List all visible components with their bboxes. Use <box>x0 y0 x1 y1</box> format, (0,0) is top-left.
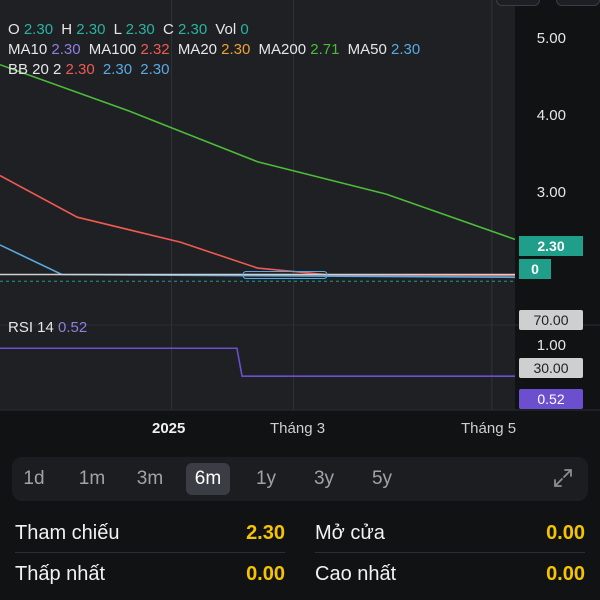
x-tick-label: Tháng 5 <box>461 420 517 437</box>
open-label: Mở cửa <box>315 522 385 544</box>
legend-low-value: 2.30 <box>125 21 155 38</box>
legend-ma100-value: 2.32 <box>140 41 170 58</box>
legend-high-label: H <box>61 21 73 38</box>
legend-bb-label: BB 20 2 <box>8 61 62 78</box>
x-tick-label: Tháng 3 <box>270 420 326 437</box>
rsi-upper-level-tag: 70.00 <box>519 310 583 330</box>
legend-ma20-value: 2.30 <box>221 41 251 58</box>
legend-ma200-label: MA200 <box>258 41 307 58</box>
time-range-selector: 1d 1m 3m 6m 1y 3y 5y <box>12 457 588 501</box>
legend-high-value: 2.30 <box>76 21 106 38</box>
price-chart[interactable]: O 2.30 H 2.30 L 2.30 C 2.30 Vol 0 MA10 2… <box>0 0 600 445</box>
range-button-1m[interactable]: 1m <box>70 463 114 495</box>
chart-toolbar-button[interactable] <box>496 0 540 6</box>
rsi-label: RSI 14 <box>8 319 54 336</box>
bb-legend: BB 20 2 2.30 2.30 2.30 <box>8 60 174 80</box>
low-value: 0.00 <box>246 563 285 585</box>
expand-icon[interactable] <box>552 467 574 489</box>
range-button-1y[interactable]: 1y <box>244 463 288 495</box>
legend-bb-mid-value: 2.30 <box>102 61 133 78</box>
price-tick-label: 4.00 <box>536 107 566 124</box>
legend-vol-value: 0 <box>240 21 249 38</box>
rsi-legend: RSI 14 0.52 <box>8 318 91 338</box>
legend-ma10-label: MA10 <box>8 41 48 58</box>
legend-bb-upper-value: 2.30 <box>65 61 95 78</box>
legend-ma10-value: 2.30 <box>51 41 81 58</box>
low-label: Thấp nhất <box>15 563 106 585</box>
last-price-tag: 2.30 <box>519 236 583 256</box>
reference-value: 2.30 <box>246 522 285 544</box>
range-button-3m[interactable]: 3m <box>128 463 172 495</box>
legend-ma100-label: MA100 <box>88 41 137 58</box>
ohlc-legend: O 2.30 H 2.30 L 2.30 C 2.30 Vol 0 <box>8 20 253 40</box>
divider <box>15 552 285 553</box>
legend-low-label: L <box>113 21 122 38</box>
range-button-1d[interactable]: 1d <box>12 463 56 495</box>
rsi-value: 0.52 <box>58 319 88 336</box>
range-button-5y[interactable]: 5y <box>360 463 404 495</box>
range-button-6m[interactable]: 6m <box>186 463 230 495</box>
price-tick-label: 5.00 <box>536 30 566 47</box>
legend-ma20-label: MA20 <box>177 41 217 58</box>
legend-ma50-value: 2.30 <box>390 41 421 58</box>
legend-close-value: 2.30 <box>177 21 208 38</box>
ma-legend: MA10 2.30 MA100 2.32 MA20 2.30 MA200 2.7… <box>8 40 424 60</box>
high-value: 0.00 <box>546 563 585 585</box>
rsi-current-tag: 0.52 <box>519 389 583 409</box>
price-tick-label: 3.00 <box>536 184 566 201</box>
range-button-3y[interactable]: 3y <box>302 463 346 495</box>
legend-open-label: O <box>8 21 20 38</box>
legend-bb-lower-value: 2.30 <box>140 61 170 78</box>
chart-toolbar-button[interactable] <box>556 0 600 6</box>
legend-close-label: C <box>162 21 174 38</box>
divider <box>315 552 585 553</box>
x-tick-label: 2025 <box>152 420 186 437</box>
volume-tag: 0 <box>519 259 551 279</box>
legend-ma50-label: MA50 <box>347 41 387 58</box>
legend-open-value: 2.30 <box>23 21 54 38</box>
reference-label: Tham chiếu <box>15 522 120 544</box>
rsi-tick-label: 1.00 <box>536 337 566 354</box>
legend-ma200-value: 2.71 <box>310 41 340 58</box>
high-label: Cao nhất <box>315 563 397 585</box>
rsi-lower-level-tag: 30.00 <box>519 358 583 378</box>
open-value: 0.00 <box>546 522 585 544</box>
legend-vol-label: Vol <box>215 21 237 38</box>
